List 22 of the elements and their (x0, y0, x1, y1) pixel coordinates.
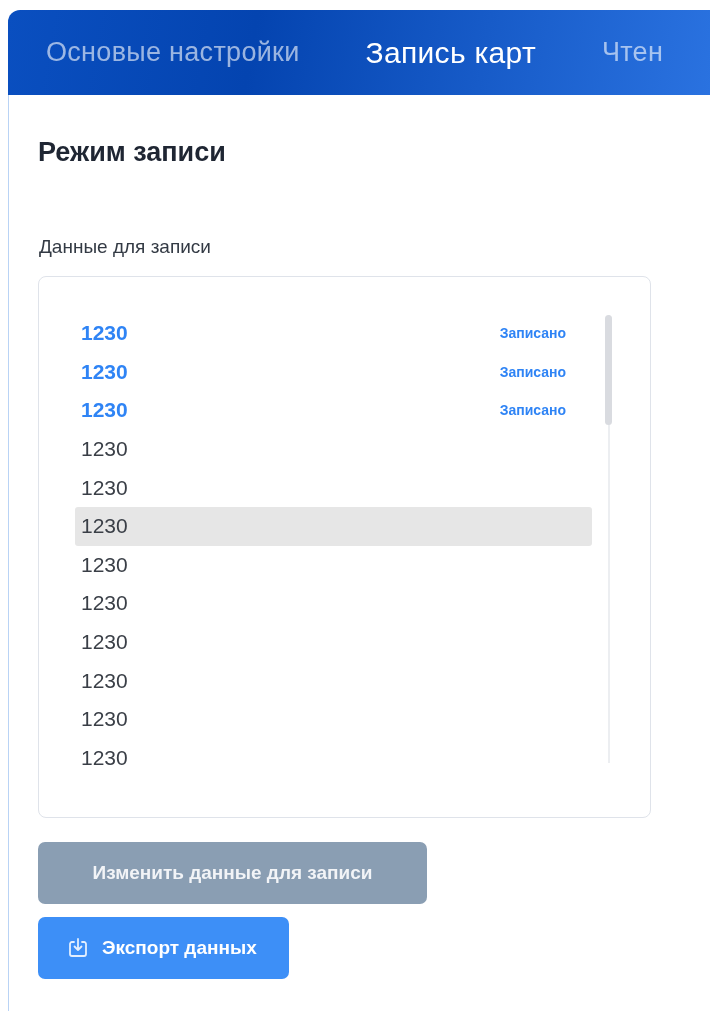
record-status: Записано (499, 363, 566, 380)
record-status: Записано (499, 325, 566, 342)
record-value: 1230 (81, 514, 128, 539)
record-value: 1230 (81, 475, 128, 500)
field-label: Данные для записи (39, 236, 212, 258)
record-value: 1230 (81, 359, 128, 384)
record-status: Записано (499, 402, 566, 419)
tab[interactable]: Основые настройки (46, 29, 300, 76)
record-value: 1230 (81, 437, 128, 462)
download-icon (66, 936, 90, 960)
record-row[interactable]: 1230 (75, 506, 592, 546)
record-value: 1230 (81, 668, 128, 693)
record-value: 1230 (81, 552, 128, 577)
record-value: 1230 (81, 630, 128, 655)
scrollbar-thumb[interactable] (605, 315, 612, 425)
record-value: 1230 (81, 745, 128, 770)
section-title: Режим записи (38, 136, 227, 168)
record-value: 1230 (81, 707, 128, 732)
tab[interactable]: Запись карт (365, 27, 536, 78)
record-value: 1230 (81, 321, 128, 346)
record-value: 1230 (81, 398, 128, 423)
record-value: 1230 (81, 591, 128, 616)
